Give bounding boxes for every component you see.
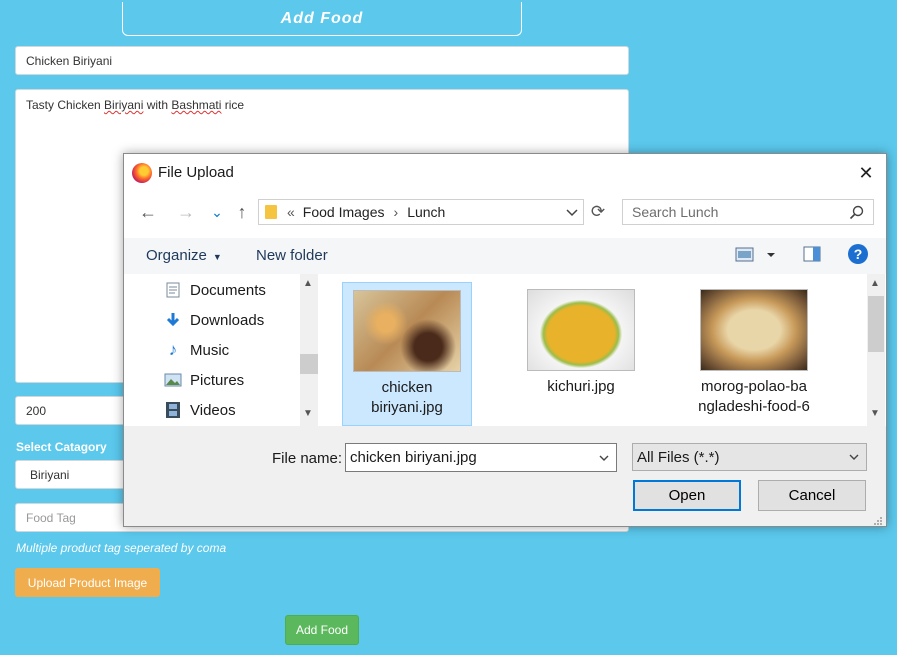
open-button[interactable]: Open bbox=[633, 480, 741, 511]
address-bar[interactable]: « Food Images › Lunch bbox=[258, 199, 584, 225]
sidebar-item-music[interactable]: ♪ Music bbox=[164, 335, 229, 365]
description-text-4: Bashmati bbox=[171, 98, 222, 112]
file-name-input[interactable]: chicken biriyani.jpg bbox=[345, 443, 617, 472]
file-item-chicken-biriyani[interactable]: chicken biriyani.jpg bbox=[342, 282, 472, 426]
resize-grip-icon[interactable] bbox=[873, 513, 883, 530]
up-arrow-icon[interactable]: ↑ bbox=[231, 200, 253, 224]
description-text-3: with bbox=[143, 98, 172, 112]
file-item-morog-polao[interactable]: morog-polao-ba ngladeshi-food-6 bbox=[689, 282, 819, 433]
breadcrumb-separator: › bbox=[393, 204, 399, 220]
description-text-1: Tasty Chicken bbox=[26, 98, 105, 112]
add-food-button[interactable]: Add Food bbox=[285, 615, 359, 645]
organize-menu[interactable]: Organize ▼ bbox=[146, 247, 222, 264]
sidebar-scrollbar[interactable]: ▲ ▼ bbox=[300, 274, 318, 426]
search-input[interactable]: Search Lunch bbox=[622, 199, 874, 225]
file-name-line: chicken bbox=[381, 379, 433, 396]
file-thumbnail bbox=[353, 290, 461, 372]
file-name-label: File name: bbox=[272, 450, 343, 467]
address-dropdown-icon[interactable] bbox=[565, 203, 579, 224]
file-thumbnail bbox=[700, 289, 808, 371]
file-name-line: ngladeshi-food-6 bbox=[698, 398, 810, 415]
scroll-down-icon[interactable]: ▼ bbox=[303, 408, 313, 419]
upload-image-button[interactable]: Upload Product Image bbox=[15, 568, 160, 597]
sidebar-item-label: Downloads bbox=[190, 311, 265, 329]
pictures-icon bbox=[164, 372, 182, 388]
preview-pane-icon[interactable] bbox=[803, 246, 821, 266]
food-name-input[interactable]: Chicken Biriyani bbox=[15, 46, 629, 75]
file-type-dropdown-icon bbox=[848, 449, 860, 469]
file-thumbnail bbox=[527, 289, 635, 371]
scroll-up-icon[interactable]: ▲ bbox=[870, 278, 880, 289]
scrollbar-thumb[interactable] bbox=[300, 354, 318, 374]
organize-label: Organize bbox=[146, 247, 207, 264]
firefox-icon bbox=[132, 163, 152, 183]
refresh-icon[interactable]: ⟳ bbox=[587, 200, 609, 224]
sidebar-item-videos[interactable]: Videos bbox=[164, 395, 236, 425]
downloads-icon bbox=[164, 312, 182, 328]
file-name-dropdown-icon[interactable] bbox=[598, 450, 610, 470]
scroll-up-icon[interactable]: ▲ bbox=[303, 278, 313, 289]
scrollbar-thumb[interactable] bbox=[868, 296, 884, 352]
new-folder-button[interactable]: New folder bbox=[256, 247, 328, 264]
scroll-down-icon[interactable]: ▼ bbox=[870, 408, 880, 419]
tag-hint: Multiple product tag seperated by coma bbox=[16, 541, 227, 555]
description-text-2: Biriyani bbox=[104, 98, 144, 112]
back-arrow-icon[interactable]: ← bbox=[137, 200, 159, 224]
organize-dropdown-icon: ▼ bbox=[212, 252, 222, 262]
view-options-icon[interactable] bbox=[735, 247, 781, 267]
sidebar-item-label: Pictures bbox=[190, 371, 245, 389]
search-icon bbox=[849, 205, 865, 225]
breadcrumb-food-images[interactable]: Food Images bbox=[303, 204, 385, 220]
file-item-kichuri[interactable]: kichuri.jpg bbox=[516, 282, 646, 433]
files-scrollbar[interactable]: ▲ ▼ bbox=[867, 274, 885, 426]
file-type-select[interactable]: All Files (*.*) bbox=[632, 443, 867, 471]
recent-locations-icon[interactable]: ⌄ bbox=[206, 200, 228, 224]
videos-icon bbox=[164, 402, 182, 418]
dialog-titlebar bbox=[124, 154, 886, 192]
music-icon: ♪ bbox=[168, 340, 178, 359]
file-name-line: kichuri.jpg bbox=[547, 378, 615, 395]
description-text-5: rice bbox=[221, 98, 245, 112]
file-name-line: morog-polao-ba bbox=[701, 378, 807, 395]
address-chevrons[interactable]: « bbox=[287, 204, 295, 220]
dialog-title: File Upload bbox=[158, 164, 234, 181]
breadcrumb-lunch[interactable]: Lunch bbox=[407, 204, 445, 220]
file-name-line: biriyani.jpg bbox=[371, 399, 443, 416]
cancel-button[interactable]: Cancel bbox=[758, 480, 866, 511]
file-type-value: All Files (*.*) bbox=[637, 448, 720, 466]
category-label: Select Catagory bbox=[16, 440, 107, 454]
file-upload-dialog: File Upload ✕ ← → ⌄ ↑ « Food Images › Lu… bbox=[123, 153, 887, 527]
close-icon[interactable]: ✕ bbox=[852, 160, 880, 186]
sidebar-item-label: Music bbox=[190, 341, 230, 359]
sidebar-item-downloads[interactable]: Downloads bbox=[164, 305, 264, 335]
sidebar-item-pictures[interactable]: Pictures bbox=[164, 365, 244, 395]
file-name-value: chicken biriyani.jpg bbox=[350, 449, 477, 466]
form-heading: Add Food bbox=[280, 10, 364, 27]
dialog-footer bbox=[124, 426, 886, 526]
folder-icon bbox=[265, 205, 277, 219]
sidebar-item-documents[interactable]: Documents bbox=[164, 275, 266, 305]
documents-icon bbox=[164, 282, 182, 298]
help-icon[interactable]: ? bbox=[848, 244, 868, 264]
sidebar-item-label: Videos bbox=[190, 401, 236, 419]
forward-arrow-icon[interactable]: → bbox=[175, 200, 197, 224]
sidebar-item-label: Documents bbox=[190, 281, 266, 299]
